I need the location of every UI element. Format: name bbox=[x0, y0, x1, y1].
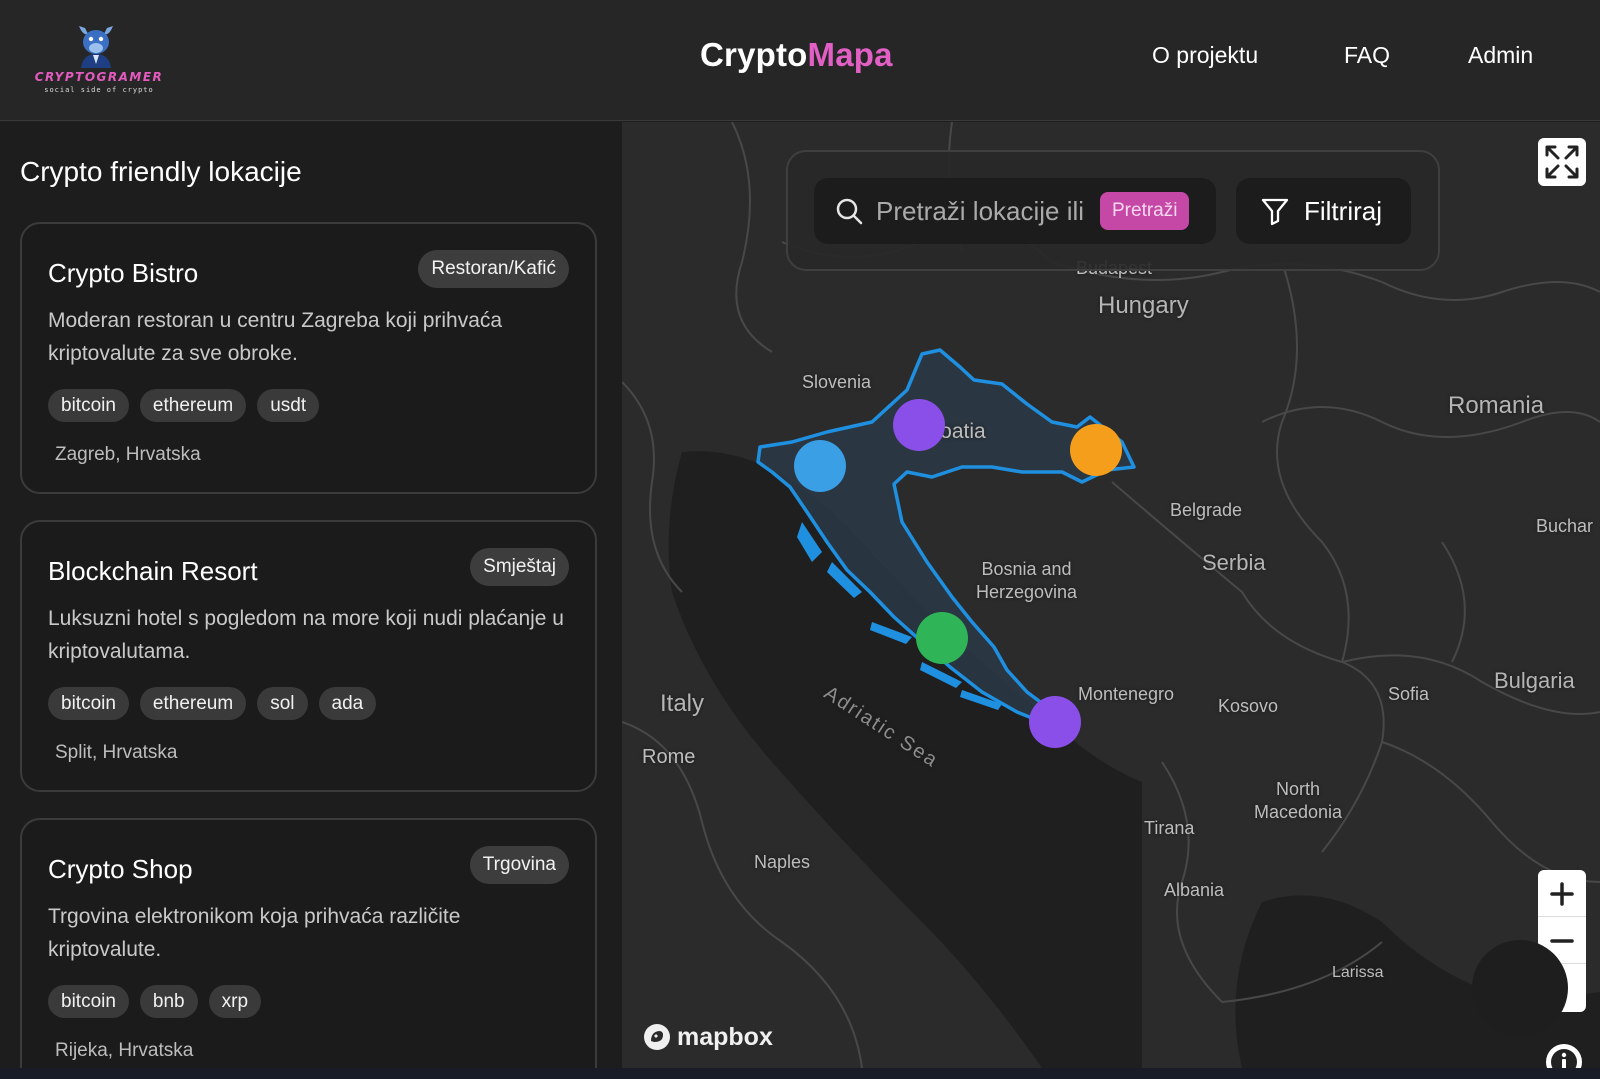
crypto-tag: bitcoin bbox=[48, 985, 129, 1018]
logo-wordmark: CRYPTOGRAMER bbox=[34, 70, 164, 84]
map-label-rome: Rome bbox=[642, 746, 696, 768]
map-marker-purple[interactable] bbox=[893, 399, 945, 451]
map-marker-blue[interactable] bbox=[794, 440, 846, 492]
top-header: CRYPTOGRAMER social side of crypto Crypt… bbox=[0, 0, 1600, 121]
logo-tagline: social side of crypto bbox=[44, 86, 154, 94]
location-card[interactable]: Blockchain Resort Smještaj Luksuzni hote… bbox=[20, 520, 597, 792]
crypto-tag: usdt bbox=[257, 389, 320, 422]
location-name: Blockchain Resort bbox=[48, 556, 258, 586]
mapbox-attribution-logo[interactable]: mapbox bbox=[642, 1022, 773, 1052]
category-badge: Restoran/Kafić bbox=[418, 250, 569, 288]
map-label-north-macedonia: North Macedonia bbox=[1254, 778, 1342, 824]
location-card[interactable]: Crypto Bistro Restoran/Kafić Moderan res… bbox=[20, 222, 597, 494]
mapbox-wordmark: mapbox bbox=[677, 1022, 773, 1051]
map-label-belgrade: Belgrade bbox=[1170, 500, 1243, 520]
map-label-slovenia: Slovenia bbox=[802, 372, 872, 392]
crypto-tag: bitcoin bbox=[48, 389, 129, 422]
map-label-bulgaria: Bulgaria bbox=[1494, 668, 1575, 693]
info-icon bbox=[1551, 1049, 1577, 1068]
map-label-serbia: Serbia bbox=[1202, 550, 1266, 575]
app-title-part-2: Mapa bbox=[807, 36, 893, 73]
location-address: Zagreb, Hrvatska bbox=[55, 444, 201, 465]
map-view[interactable]: Budapest Hungary Slovenia Croatia Romani… bbox=[622, 122, 1600, 1068]
app-title-part-1: Crypto bbox=[700, 36, 808, 73]
search-icon bbox=[836, 198, 863, 225]
nav-link-faq[interactable]: FAQ bbox=[1344, 42, 1390, 69]
crypto-tag-list: bitcoin ethereum usdt bbox=[48, 389, 320, 422]
zoom-in-button[interactable] bbox=[1538, 870, 1586, 917]
location-name: Crypto Bistro bbox=[48, 258, 199, 288]
location-description: Moderan restoran u centru Zagreba koji p… bbox=[48, 309, 503, 365]
map-label-montenegro: Montenegro bbox=[1078, 684, 1175, 704]
filter-button-label: Filtriraj bbox=[1304, 196, 1382, 226]
map-marker-purple[interactable] bbox=[1029, 696, 1081, 748]
crypto-tag: ethereum bbox=[139, 687, 247, 720]
crypto-tag: xrp bbox=[208, 985, 262, 1018]
filter-button[interactable]: Filtriraj bbox=[1236, 178, 1411, 244]
location-description: Luksuzni hotel s pogledom na more koji n… bbox=[48, 607, 564, 663]
nav-link-admin[interactable]: Admin bbox=[1468, 42, 1533, 69]
map-label-bosnia: Bosnia and Herzegovina bbox=[976, 558, 1077, 604]
location-description: Trgovina elektronikom koja prihvaća razl… bbox=[48, 905, 461, 961]
map-label-kosovo: Kosovo bbox=[1218, 696, 1279, 716]
category-badge: Smještaj bbox=[470, 548, 569, 586]
info-button[interactable] bbox=[1546, 1044, 1582, 1068]
bull-mascot-icon bbox=[79, 26, 113, 68]
map-marker-green[interactable] bbox=[916, 612, 968, 664]
location-card[interactable]: Crypto Shop Trgovina Trgovina elektronik… bbox=[20, 818, 597, 1068]
floating-action-button[interactable] bbox=[1472, 940, 1568, 1036]
map-label-bosnia-line-2: Herzegovina bbox=[976, 582, 1078, 602]
map-label-north-macedonia-line-1: North bbox=[1276, 779, 1321, 799]
map-label-larissa: Larissa bbox=[1332, 964, 1384, 981]
map-label-bosnia-line-1: Bosnia and bbox=[981, 559, 1072, 579]
location-name: Crypto Shop bbox=[48, 854, 193, 884]
app-title[interactable]: CryptoMapa bbox=[700, 36, 893, 74]
crypto-tag: ethereum bbox=[139, 389, 247, 422]
fullscreen-icon bbox=[1545, 145, 1579, 179]
map-label-bucharest: Buchar bbox=[1536, 516, 1594, 536]
map-label-albania: Albania bbox=[1164, 880, 1225, 900]
location-address: Split, Hrvatska bbox=[55, 742, 178, 763]
map-search-panel: Pretraži Filtriraj bbox=[786, 150, 1440, 271]
category-badge: Trgovina bbox=[469, 846, 569, 884]
app-root: CRYPTOGRAMER social side of crypto Crypt… bbox=[0, 0, 1600, 1079]
crypto-tag-list: bitcoin ethereum sol ada bbox=[48, 687, 377, 720]
mapbox-logo-icon bbox=[644, 1024, 670, 1050]
crypto-tag: sol bbox=[257, 687, 308, 720]
search-input[interactable] bbox=[876, 192, 1096, 230]
nav-link-about[interactable]: O projektu bbox=[1152, 42, 1258, 69]
bottom-strip bbox=[0, 1068, 1600, 1079]
map-label-north-macedonia-line-2: Macedonia bbox=[1254, 802, 1343, 822]
cryptogramer-logo[interactable]: CRYPTOGRAMER social side of crypto bbox=[34, 18, 164, 98]
plus-icon bbox=[1550, 882, 1574, 906]
map-label-italy: Italy bbox=[660, 690, 705, 717]
search-field[interactable]: Pretraži bbox=[814, 178, 1216, 244]
fullscreen-button[interactable] bbox=[1538, 138, 1586, 186]
crypto-tag-list: bitcoin bnb xrp bbox=[48, 985, 262, 1018]
location-address: Rijeka, Hrvatska bbox=[55, 1040, 194, 1061]
map-label-tirana: Tirana bbox=[1144, 818, 1195, 838]
map-label-sofia: Sofia bbox=[1388, 684, 1430, 704]
crypto-tag: bnb bbox=[139, 985, 198, 1018]
map-label-hungary: Hungary bbox=[1098, 292, 1189, 319]
search-button[interactable]: Pretraži bbox=[1100, 192, 1190, 230]
map-label-romania: Romania bbox=[1448, 392, 1545, 419]
filter-icon bbox=[1261, 198, 1289, 226]
crypto-tag: bitcoin bbox=[48, 687, 129, 720]
map-label-naples: Naples bbox=[754, 852, 811, 872]
locations-sidebar[interactable]: Crypto friendly lokacije Crypto Bistro R… bbox=[0, 122, 622, 1068]
crypto-tag: ada bbox=[318, 687, 377, 720]
sidebar-title: Crypto friendly lokacije bbox=[20, 156, 302, 187]
map-marker-orange[interactable] bbox=[1070, 424, 1122, 476]
